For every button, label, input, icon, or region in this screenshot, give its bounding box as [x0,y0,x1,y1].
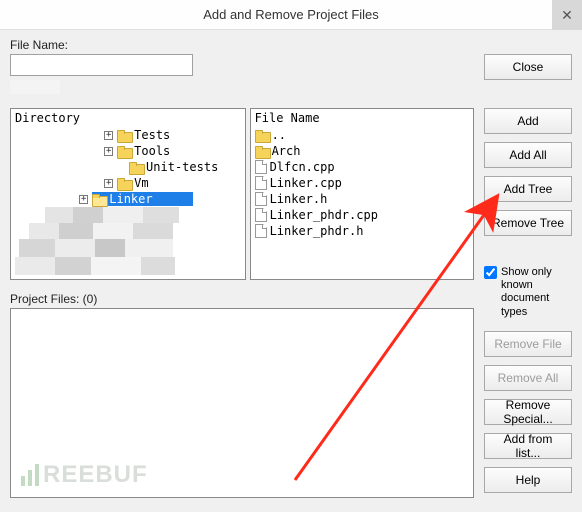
tree-item-label: Linker [109,192,152,206]
project-files-label: Project Files: (0) [10,292,474,306]
file-item-label: .. [272,128,286,142]
remove-all-button[interactable]: Remove All [484,365,572,391]
folder-icon [255,146,269,157]
file-item-label: Dlfcn.cpp [270,160,335,174]
file-list-pane: File Name .. Arch Dlfcn.cpp [250,108,474,280]
file-icon [255,176,267,190]
file-list-header: File Name [251,109,473,127]
expand-icon[interactable]: + [79,195,88,204]
title-bar: Add and Remove Project Files ✕ [0,0,582,30]
file-item[interactable]: Linker_phdr.cpp [251,207,473,223]
folder-icon [117,130,131,141]
redacted-region [10,80,474,94]
expand-icon[interactable]: + [104,179,113,188]
directory-pane: Directory + Tests + [10,108,246,280]
project-files-list[interactable]: REEBUF [10,308,474,498]
tree-item-label: Tests [134,128,170,142]
add-from-list-button[interactable]: Add from list... [484,433,572,459]
file-name-label: File Name: [10,38,474,52]
folder-open-icon [92,194,106,205]
file-item[interactable]: Arch [251,143,473,159]
tree-item[interactable]: Unit-tests [11,159,245,175]
checkbox-input[interactable] [484,266,497,279]
file-item[interactable]: Linker.h [251,191,473,207]
file-icon [255,160,267,174]
tree-item[interactable]: + Vm [11,175,245,191]
file-item[interactable]: Linker_phdr.h [251,223,473,239]
file-icon [255,224,267,238]
expand-icon[interactable]: + [104,131,113,140]
file-list[interactable]: .. Arch Dlfcn.cpp Linker.cpp [251,127,473,279]
expand-icon[interactable]: + [104,147,113,156]
file-item-label: Arch [272,144,301,158]
remove-tree-button[interactable]: Remove Tree [484,210,572,236]
add-all-button[interactable]: Add All [484,142,572,168]
file-item-label: Linker.cpp [270,176,342,190]
file-item-label: Linker_phdr.cpp [270,208,378,222]
folder-icon [117,146,131,157]
tree-item-label: Tools [134,144,170,158]
directory-tree[interactable]: + Tests + Tools [11,127,245,279]
window-close-button[interactable]: ✕ [552,0,582,30]
folder-icon [255,130,269,141]
tree-item-label: Unit-tests [146,160,218,174]
tree-item[interactable]: + Tools [11,143,245,159]
file-icon [255,208,267,222]
file-item[interactable]: Linker.cpp [251,175,473,191]
close-button[interactable]: Close [484,54,572,80]
tree-item-label: Vm [134,176,148,190]
redacted-region [11,207,245,275]
help-button[interactable]: Help [484,467,572,493]
watermark: REEBUF [21,461,148,489]
window-title: Add and Remove Project Files [203,7,379,22]
folder-icon [129,162,143,173]
file-item[interactable]: .. [251,127,473,143]
file-item-label: Linker_phdr.h [270,224,364,238]
tree-item[interactable]: + Linker [11,191,245,207]
file-icon [255,192,267,206]
show-known-types-checkbox[interactable]: Show only known document types [484,266,572,319]
directory-header: Directory [11,109,245,127]
folder-icon [117,178,131,189]
close-icon: ✕ [561,7,573,24]
remove-special-button[interactable]: Remove Special... [484,399,572,425]
add-tree-button[interactable]: Add Tree [484,176,572,202]
tree-item[interactable]: + Tests [11,127,245,143]
checkbox-label: Show only known document types [501,266,572,319]
file-item-label: Linker.h [270,192,328,206]
file-item[interactable]: Dlfcn.cpp [251,159,473,175]
file-name-input[interactable] [10,54,193,76]
watermark-icon [21,464,39,486]
add-button[interactable]: Add [484,108,572,134]
remove-file-button[interactable]: Remove File [484,331,572,357]
